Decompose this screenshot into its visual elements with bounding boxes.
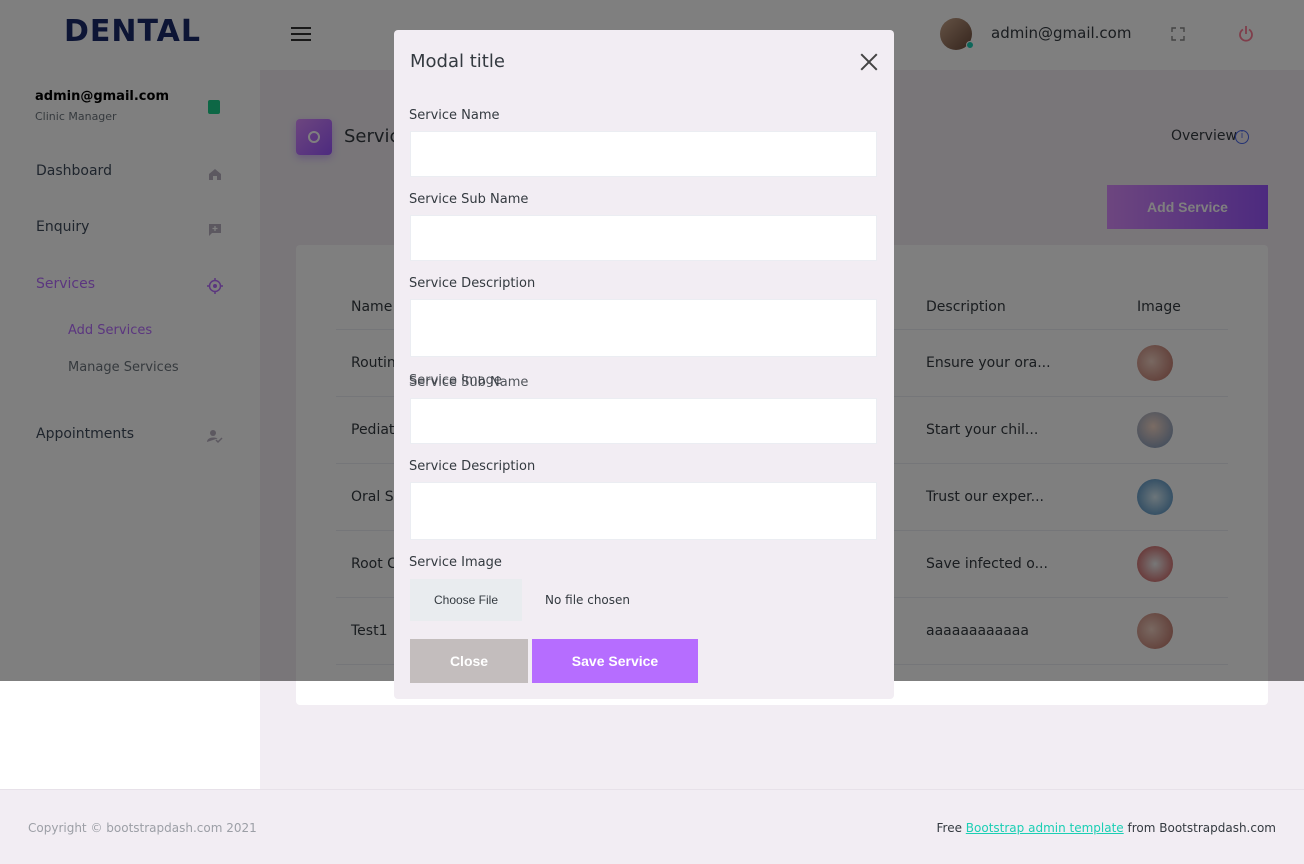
service-name-label: Service Name [409, 108, 500, 123]
footer-credit: Free Bootstrap admin template from Boots… [937, 821, 1276, 835]
add-service-modal: Modal title Service Name Service Sub Nam… [394, 30, 894, 699]
modal-title: Modal title [410, 51, 505, 72]
service-sub-name-input-duplicate[interactable] [410, 398, 877, 444]
service-description-label-duplicate: Service Description [409, 459, 536, 474]
close-button[interactable]: Close [410, 639, 528, 683]
service-description-input[interactable] [410, 299, 877, 357]
service-sub-name-label: Service Sub Name [409, 192, 529, 207]
footer-credit-prefix: Free [936, 821, 966, 835]
service-sub-name-label-ghost: Service Sub Name [409, 375, 529, 390]
file-status: No file chosen [545, 593, 631, 607]
close-icon[interactable] [859, 52, 879, 72]
footer-credit-suffix: from Bootstrapdash.com [1123, 821, 1277, 835]
service-image-label: Service Image [409, 555, 502, 570]
service-description-label: Service Description [409, 276, 536, 291]
footer: Copyright © bootstrapdash.com 2021 Free … [0, 789, 1304, 864]
service-description-input-duplicate[interactable] [410, 482, 877, 540]
choose-file-button[interactable]: Choose File [410, 579, 522, 621]
footer-copyright: Copyright © bootstrapdash.com 2021 [28, 821, 257, 835]
service-sub-name-input[interactable] [410, 215, 877, 261]
save-service-button[interactable]: Save Service [532, 639, 698, 683]
service-name-input[interactable] [410, 131, 877, 177]
bootstrap-template-link[interactable]: Bootstrap admin template [966, 821, 1124, 835]
